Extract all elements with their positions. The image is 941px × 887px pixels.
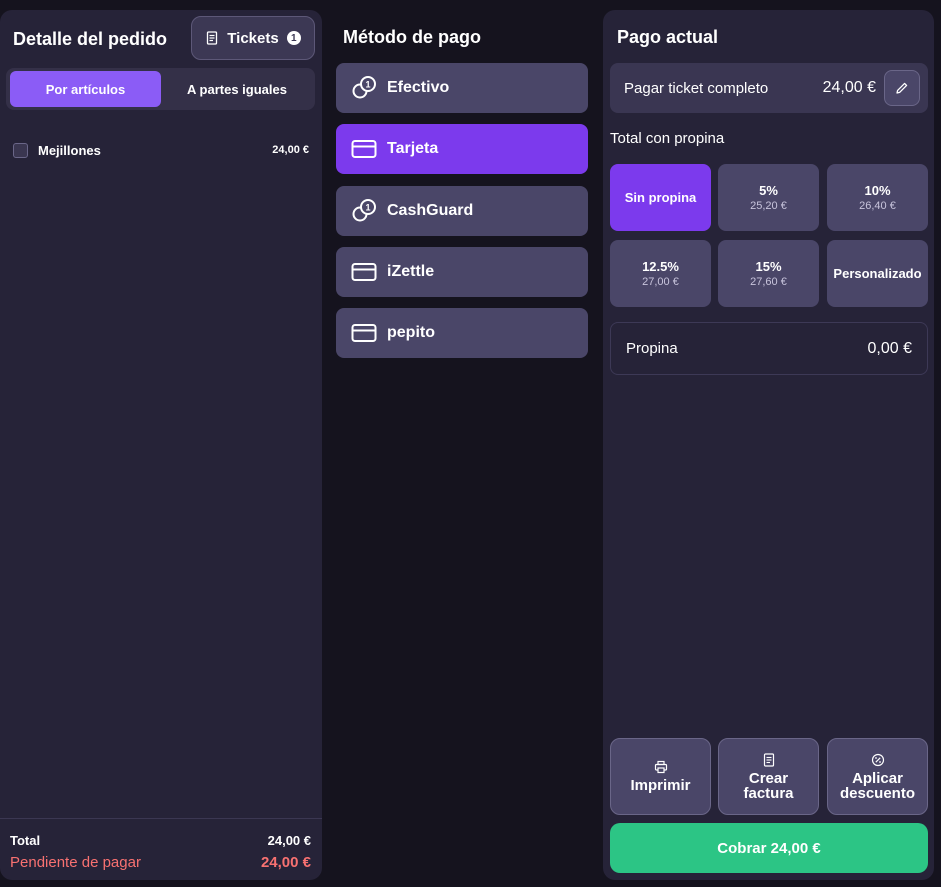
tip-label: Sin propina [624,190,697,205]
apply-discount-button[interactable]: Aplicar descuento [827,738,928,815]
tip-amount: 26,40 € [859,200,896,212]
item-price: 24,00 € [272,144,309,156]
tab-partes-iguales[interactable]: A partes iguales [162,71,312,107]
method-pepito[interactable]: pepito [336,308,588,358]
total-label: Total [10,833,41,848]
method-izettle[interactable]: iZettle [336,247,588,297]
invoice-icon [763,752,774,767]
card-icon [351,263,377,281]
tip-label: 15% [755,259,782,274]
tab-por-articulos[interactable]: Por artículos [10,71,161,107]
order-detail-title: Detalle del pedido [13,29,168,49]
item-checkbox[interactable] [13,142,28,158]
method-label: Tarjeta [387,140,439,157]
method-efectivo[interactable]: 1 Efectivo [336,63,588,113]
full-ticket-row: Pagar ticket completo 24,00 € [610,63,928,113]
pencil-icon [896,82,908,94]
tickets-count-badge: 1 [286,31,301,45]
tip-option-none[interactable]: Sin propina [610,164,711,231]
edit-amount-button[interactable] [884,70,920,106]
tip-option-5[interactable]: 5% 25,20 € [718,164,819,231]
discount-icon [871,753,884,766]
action-label: Crear [748,769,789,787]
tickets-label: Tickets [227,29,279,47]
receipt-icon [207,31,218,45]
method-tarjeta[interactable]: Tarjeta [336,124,588,174]
total-value: 24,00 € [267,833,311,848]
tip-option-custom[interactable]: Personalizado [827,240,928,307]
tip-label: 10% [864,183,891,198]
propina-label: Propina [626,340,678,357]
method-label: CashGuard [387,202,474,219]
action-label: Aplicar [852,769,903,787]
tip-amount: 27,00 € [642,276,679,288]
printer-icon [654,760,667,774]
pending-value: 24,00 € [260,854,311,871]
tip-section-label: Total con propina [610,130,725,147]
method-label: pepito [387,324,435,341]
print-button[interactable]: Imprimir [610,738,711,815]
coins-icon: 1 [352,199,376,222]
full-ticket-amount: 24,00 € [822,79,876,96]
tip-option-12-5[interactable]: 12.5% 27,00 € [610,240,711,307]
tip-option-10[interactable]: 10% 26,40 € [827,164,928,231]
tip-option-15[interactable]: 15% 27,60 € [718,240,819,307]
method-label: iZettle [387,263,435,280]
split-mode-tabs: Por artículos A partes iguales [6,68,315,110]
action-label: descuento [839,784,915,802]
tip-label: 12.5% [642,259,679,274]
tip-label: Personalizado [833,266,922,281]
tip-label: 5% [759,183,778,198]
card-icon [351,140,377,158]
list-item[interactable]: Mejillones 24,00 € [13,140,309,160]
card-icon [351,324,377,342]
full-ticket-label: Pagar ticket completo [624,79,769,97]
item-name: Mejillones [38,142,101,158]
action-label: Imprimir [630,777,691,794]
order-summary: Total 24,00 € Pendiente de pagar 24,00 € [0,818,322,880]
payment-method-title: Método de pago [343,27,481,47]
create-invoice-button[interactable]: Crear factura [718,738,819,815]
charge-button[interactable]: Cobrar 24,00 € [610,823,928,873]
current-payment-title: Pago actual [617,27,719,47]
method-label: Efectivo [387,79,450,96]
tip-amount-field[interactable]: Propina 0,00 € [610,322,928,375]
propina-value: 0,00 € [867,339,912,357]
method-cashguard[interactable]: 1 CashGuard [336,186,588,236]
tip-amount: 27,60 € [750,276,787,288]
action-label: factura [743,784,794,802]
tickets-button[interactable]: Tickets 1 [191,16,315,60]
coins-icon: 1 [352,76,376,99]
svg-text:1: 1 [365,203,370,213]
order-detail-panel: Detalle del pedido Tickets 1 Por artícul… [0,10,322,880]
svg-text:1: 1 [365,80,370,90]
tip-amount: 25,20 € [750,200,787,212]
pending-label: Pendiente de pagar [10,854,141,871]
